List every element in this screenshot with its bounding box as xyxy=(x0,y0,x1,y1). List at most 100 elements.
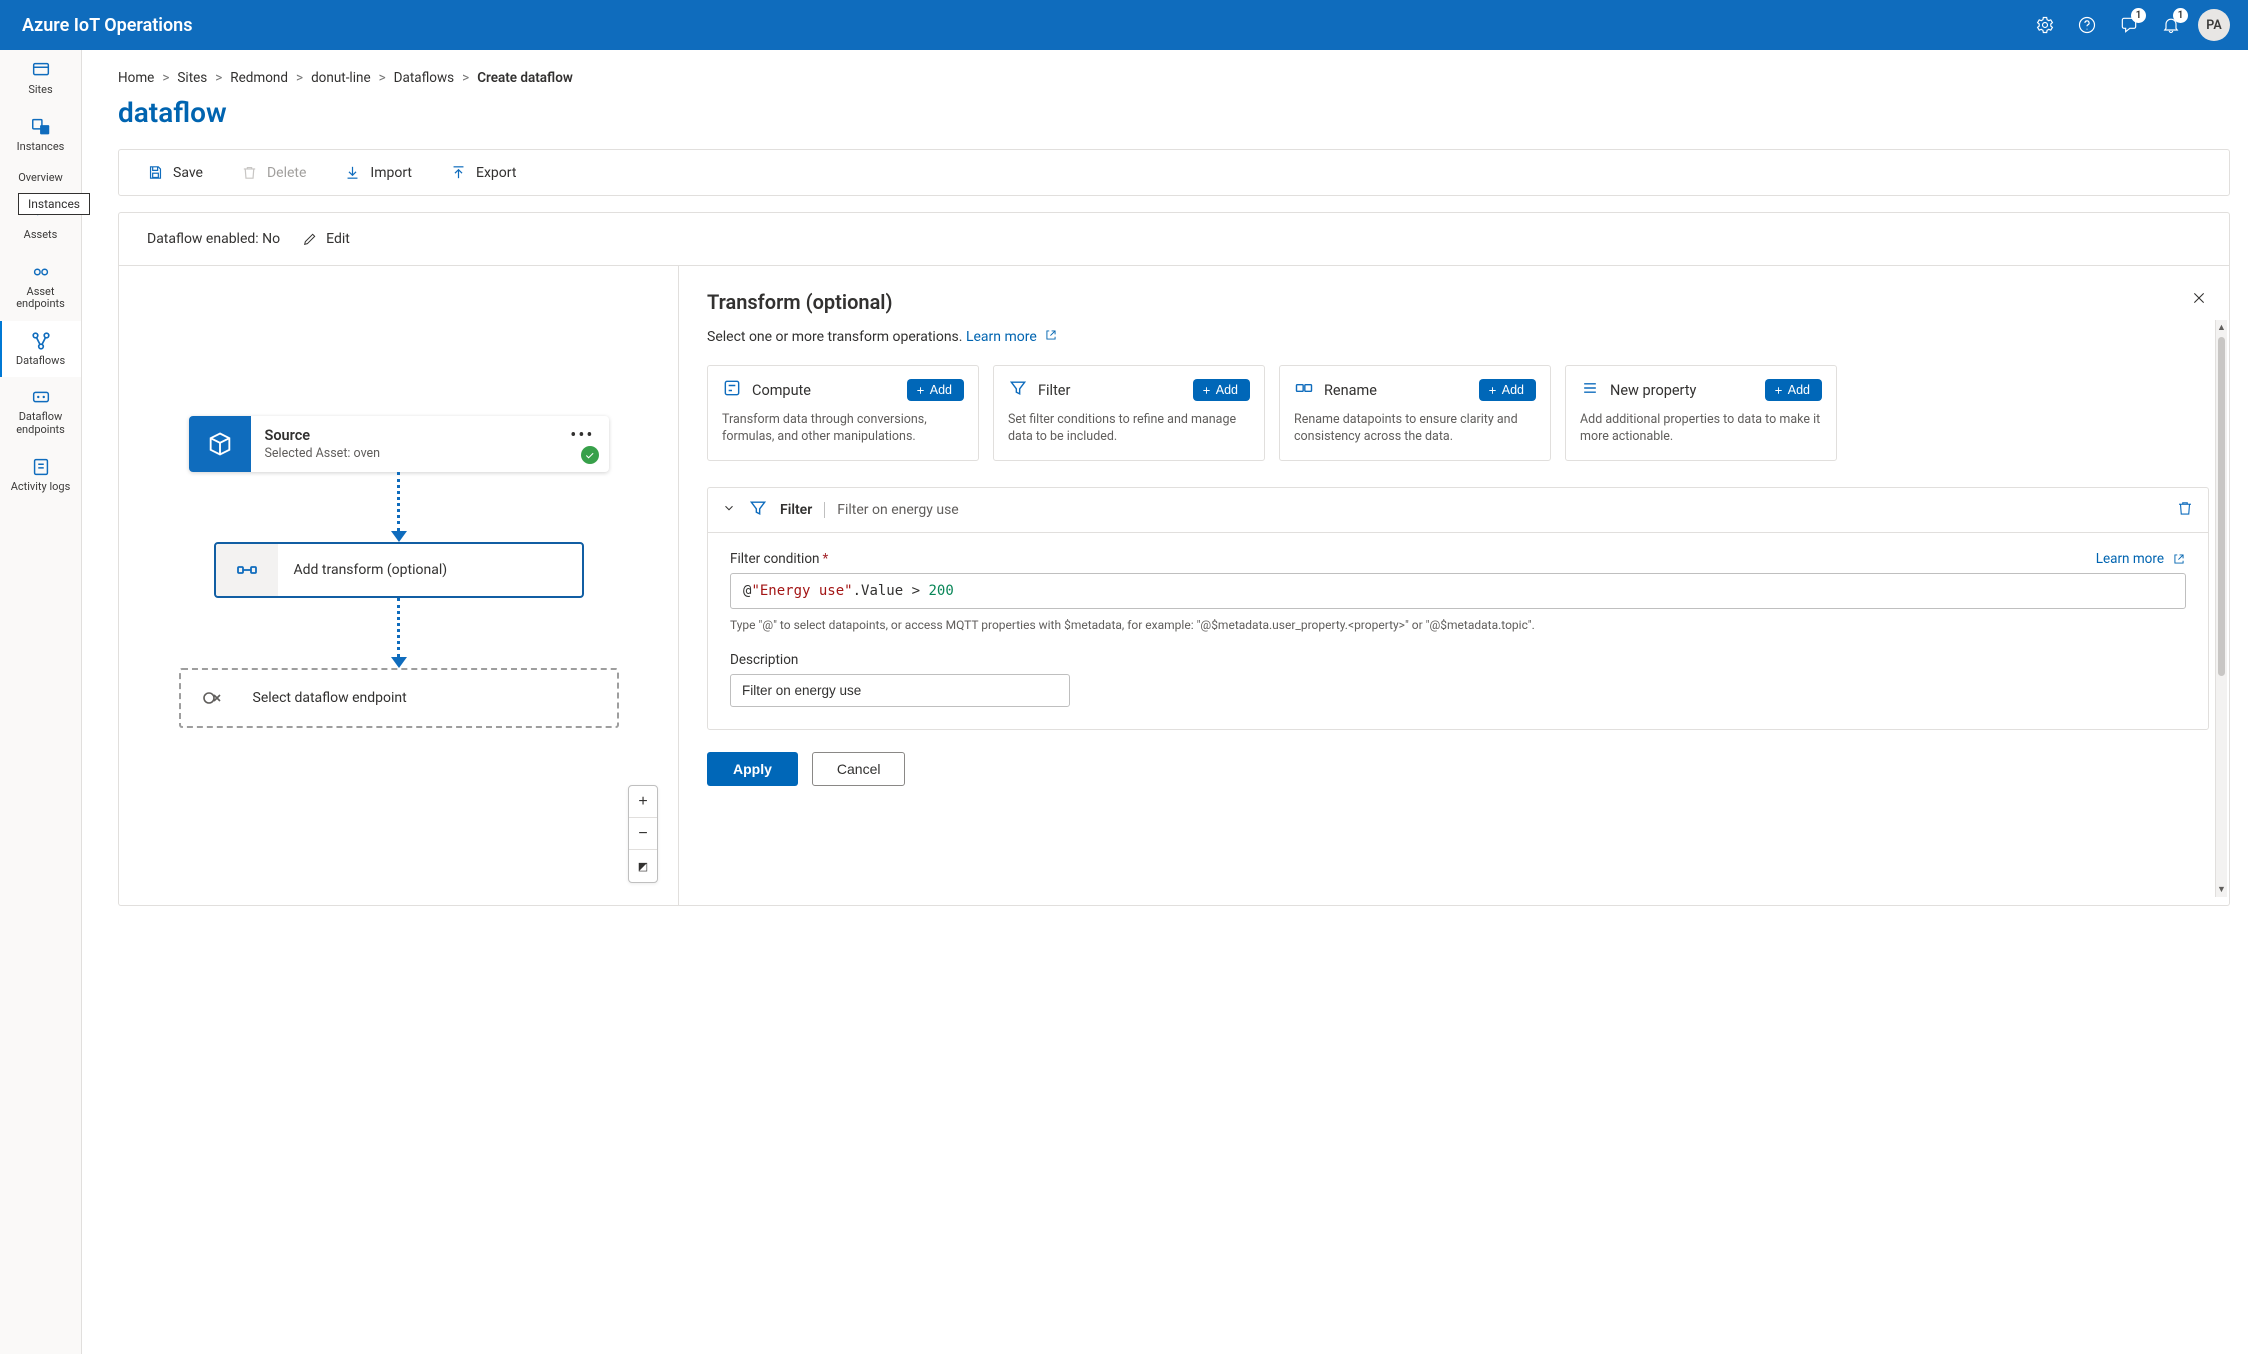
action-row: Apply Cancel xyxy=(707,752,2209,786)
avatar[interactable]: PA xyxy=(2198,9,2230,41)
close-icon[interactable] xyxy=(2187,286,2211,314)
rail-label: Dataflow endpoints xyxy=(2,411,79,436)
edit-status-button[interactable]: Edit xyxy=(302,231,350,247)
crumb-sites[interactable]: Sites xyxy=(177,70,207,86)
canvas: Source ••• Selected Asset: oven xyxy=(119,266,679,905)
feedback-icon[interactable]: 1 xyxy=(2108,4,2150,46)
rail-label: Sites xyxy=(28,84,52,97)
learn-more-link[interactable]: Learn more xyxy=(966,329,1058,345)
op-card-filter: Filter Add Set filter conditions to refi… xyxy=(993,365,1265,461)
import-button[interactable]: Import xyxy=(344,164,412,181)
chevron-down-icon[interactable] xyxy=(722,501,736,519)
zoom-controls: + − ◩ xyxy=(628,785,658,883)
connector xyxy=(391,472,407,542)
settings-icon[interactable] xyxy=(2024,4,2066,46)
filter-body: Filter condition* Learn more @"Energy us… xyxy=(708,533,2208,729)
rail-label: Overview xyxy=(18,172,63,185)
rail-label: Asset endpoints xyxy=(2,286,79,311)
rail-instances[interactable]: Instances xyxy=(0,107,81,164)
rail-dataflow-endpoints[interactable]: Dataflow endpoints xyxy=(0,377,81,446)
toolbar-label: Import xyxy=(370,165,412,181)
toolbar: Save Delete Import Export xyxy=(118,149,2230,196)
condition-learn-more-link[interactable]: Learn more xyxy=(2096,551,2186,567)
rail-overview[interactable]: Overview xyxy=(0,163,81,195)
delete-button: Delete xyxy=(241,164,306,181)
transform-panel: Transform (optional) Select one or more … xyxy=(679,266,2229,905)
zoom-fit-button[interactable]: ◩ xyxy=(629,850,657,882)
rail-assets[interactable]: Assets xyxy=(0,195,81,252)
toolbar-label: Save xyxy=(173,165,203,181)
add-new-property-button[interactable]: Add xyxy=(1765,379,1822,401)
op-desc: Set filter conditions to refine and mana… xyxy=(1008,412,1250,446)
canvas-transform-node[interactable]: Add transform (optional) xyxy=(214,542,584,598)
filter-icon xyxy=(748,498,768,522)
apply-button[interactable]: Apply xyxy=(707,752,798,786)
op-name: New property xyxy=(1610,382,1696,399)
canvas-endpoint-node[interactable]: Select dataflow endpoint xyxy=(179,668,619,728)
rail-sites[interactable]: Sites xyxy=(0,50,81,107)
crumb-dataflows[interactable]: Dataflows xyxy=(394,70,454,86)
panel-subtitle: Select one or more transform operations.… xyxy=(707,328,2209,345)
rail-dataflows[interactable]: Dataflows xyxy=(0,321,81,378)
endpoint-icon xyxy=(181,670,243,726)
rail-label: Activity logs xyxy=(11,481,71,494)
filter-block: Filter Filter on energy use Filter condi… xyxy=(707,487,2209,730)
zoom-out-button[interactable]: − xyxy=(629,818,657,850)
side-rail: Sites Instances Overview Assets Asset en… xyxy=(0,50,82,1354)
op-cards: Compute Add Transform data through conve… xyxy=(707,365,2209,461)
crumb-current: Create dataflow xyxy=(477,70,573,86)
check-icon xyxy=(581,446,599,464)
cancel-button[interactable]: Cancel xyxy=(812,752,906,786)
rail-asset-endpoints[interactable]: Asset endpoints xyxy=(0,252,81,321)
cube-icon xyxy=(189,416,251,472)
op-name: Compute xyxy=(752,382,811,399)
crumb-redmond[interactable]: Redmond xyxy=(230,70,288,86)
more-icon[interactable]: ••• xyxy=(570,434,594,438)
panel-title: Transform (optional) xyxy=(707,290,2209,314)
toolbar-label: Export xyxy=(476,165,516,181)
node-title: Select dataflow endpoint xyxy=(253,690,607,706)
rename-icon xyxy=(1294,378,1314,402)
rail-activity-logs[interactable]: Activity logs xyxy=(0,447,81,504)
app-header: Azure IoT Operations 1 1 PA xyxy=(0,0,2248,50)
scrollbar[interactable]: ▲ ▼ xyxy=(2215,320,2227,897)
external-link-icon xyxy=(2172,552,2186,566)
delete-filter-icon[interactable] xyxy=(2176,499,2194,521)
condition-input[interactable]: @"Energy use".Value > 200 xyxy=(730,573,2186,609)
save-button[interactable]: Save xyxy=(147,164,203,181)
condition-help-text: Type "@" to select datapoints, or access… xyxy=(730,617,2186,634)
bell-badge: 1 xyxy=(2173,8,2188,23)
compute-icon xyxy=(722,378,742,402)
op-card-new-property: New property Add Add additional properti… xyxy=(1565,365,1837,461)
breadcrumb: Home> Sites> Redmond> donut-line> Datafl… xyxy=(118,70,2230,86)
toolbar-label: Delete xyxy=(267,165,306,181)
export-button[interactable]: Export xyxy=(450,164,516,181)
zoom-in-button[interactable]: + xyxy=(629,786,657,818)
external-link-icon xyxy=(1044,328,1058,342)
help-icon[interactable] xyxy=(2066,4,2108,46)
feedback-badge: 1 xyxy=(2131,8,2146,23)
edit-label: Edit xyxy=(326,231,350,247)
op-desc: Add additional properties to data to mak… xyxy=(1580,412,1822,446)
main-column: Home> Sites> Redmond> donut-line> Datafl… xyxy=(82,50,2248,1354)
op-desc: Transform data through conversions, form… xyxy=(722,412,964,446)
description-input[interactable] xyxy=(730,674,1070,707)
new-property-icon xyxy=(1580,378,1600,402)
canvas-source-node[interactable]: Source ••• Selected Asset: oven xyxy=(189,416,609,472)
filter-icon xyxy=(1008,378,1028,402)
crumb-donut-line[interactable]: donut-line xyxy=(311,70,371,86)
filter-row-desc: Filter on energy use xyxy=(837,502,958,518)
status-bar: Dataflow enabled: No Edit xyxy=(118,212,2230,266)
op-card-compute: Compute Add Transform data through conve… xyxy=(707,365,979,461)
description-label: Description xyxy=(730,652,798,668)
crumb-home[interactable]: Home xyxy=(118,70,154,86)
page-title: dataflow xyxy=(118,96,2230,129)
op-name: Filter xyxy=(1038,382,1070,399)
status-text: Dataflow enabled: No xyxy=(147,231,280,247)
add-filter-button[interactable]: Add xyxy=(1193,379,1250,401)
bell-icon[interactable]: 1 xyxy=(2150,4,2192,46)
connector xyxy=(391,598,407,668)
add-rename-button[interactable]: Add xyxy=(1479,379,1536,401)
add-compute-button[interactable]: Add xyxy=(907,379,964,401)
rail-label: Instances xyxy=(17,141,65,154)
